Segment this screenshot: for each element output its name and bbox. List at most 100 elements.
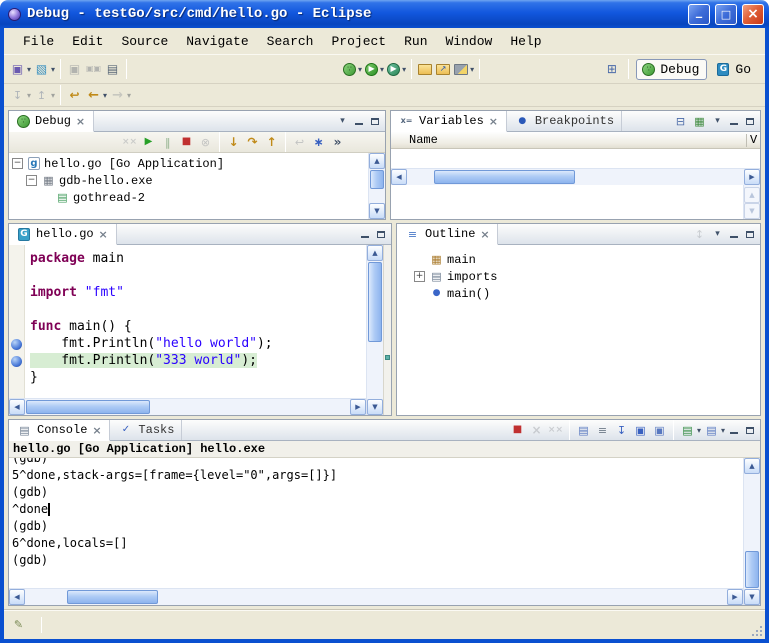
editor-ruler[interactable] [9, 245, 25, 398]
next-annotation-dropdown-icon[interactable]: ▾ [27, 91, 31, 100]
tree-item-main[interactable]: ▦main [411, 251, 760, 268]
scroll-lock-button[interactable]: ≡ [593, 421, 612, 439]
suspend-button[interactable]: ‖ [158, 133, 177, 151]
close-tab-icon[interactable]: × [98, 226, 109, 242]
debug-button[interactable]: ∵▾ [341, 61, 363, 78]
titlebar[interactable]: Debug - testGo/src/cmd/hello.go - Eclips… [0, 0, 769, 28]
variables-detail-pane[interactable]: ▲ ▼ [391, 185, 760, 219]
scrollbar-track[interactable] [369, 169, 385, 203]
view-menu-icon[interactable]: ▾ [709, 226, 726, 242]
scrollbar-track[interactable] [25, 399, 350, 415]
scrollbar-track[interactable] [25, 589, 727, 605]
tab-breakpoints[interactable]: ● Breakpoints [507, 111, 622, 131]
maximize-view-icon[interactable] [367, 114, 383, 129]
tree-item-hello-go-go-application[interactable]: −ghello.go [Go Application] [9, 155, 368, 172]
search-dropdown-icon[interactable]: ▾ [470, 65, 474, 74]
code-line[interactable]: fmt.Println("hello world"); [25, 336, 366, 353]
minus-handle-icon[interactable]: − [26, 175, 37, 186]
tree-item-imports[interactable]: +▤imports [411, 268, 760, 285]
minimize-view-icon[interactable] [726, 227, 742, 242]
resume-button[interactable]: ▶ [139, 133, 158, 151]
console-output[interactable]: (gdb)5^done,stack-args=[frame={level="0"… [9, 458, 743, 588]
scroll-left-icon[interactable]: ◀ [9, 589, 25, 605]
window-maximize-button[interactable]: □ [715, 4, 737, 25]
prev-annotation-button[interactable]: ↥▾ [32, 86, 56, 104]
view-menu-icon[interactable]: ▾ [334, 113, 351, 129]
code-editor[interactable]: package mainimport "fmt"func main() { fm… [25, 245, 366, 398]
tab-console[interactable]: ▤ Console × [9, 420, 110, 441]
last-edit-button[interactable]: ↩ [65, 86, 84, 104]
new-wizard-button[interactable]: ▣▾ [8, 60, 32, 78]
debug-dropdown-icon[interactable]: ▾ [358, 65, 362, 74]
scroll-up-icon[interactable]: ▲ [744, 458, 760, 474]
vertical-scrollbar[interactable]: ▲ ▼ [366, 245, 383, 415]
remove-launch-button[interactable]: × [527, 421, 546, 439]
terminate-button[interactable]: ■ [177, 133, 196, 151]
name-column-header[interactable]: Name [391, 133, 746, 147]
layout-button[interactable]: ▦ [690, 112, 709, 130]
tree-item-main[interactable]: ●main() [411, 285, 760, 302]
scrollbar-thumb[interactable] [434, 170, 576, 184]
terminate-console-button[interactable]: ■ [508, 421, 527, 439]
vertical-scrollbar[interactable]: ▲ ▼ [368, 153, 385, 219]
menu-window[interactable]: Window [437, 32, 502, 51]
open-folder-button[interactable] [416, 61, 434, 78]
window-close-button[interactable]: × [742, 4, 764, 25]
scrollbar-track[interactable] [367, 261, 383, 399]
collapse-all-button[interactable]: ⊟ [671, 112, 690, 130]
display-console-dropdown-icon[interactable]: ▾ [721, 426, 725, 435]
maximize-view-icon[interactable] [742, 227, 758, 242]
step-return-button[interactable]: ↑ [262, 133, 281, 151]
scrollbar-thumb[interactable] [368, 262, 382, 342]
new-wizard-dropdown-icon[interactable]: ▾ [27, 65, 31, 74]
sort-button[interactable]: ↕ [690, 225, 709, 243]
display-console-button[interactable]: ▤▾ [702, 421, 726, 439]
step-filters-button[interactable]: ∗ [309, 133, 328, 151]
maximize-view-icon[interactable] [742, 114, 758, 129]
horizontal-scrollbar[interactable]: ◀ ▶ [391, 168, 760, 185]
scroll-right-icon[interactable]: ▶ [744, 169, 760, 185]
variables-column-header[interactable]: Name V [391, 132, 760, 149]
tree-item-gdb-hello-exe[interactable]: −▦gdb-hello.exe [9, 172, 368, 189]
maximize-view-icon[interactable] [742, 423, 758, 438]
maximize-view-icon[interactable] [373, 227, 389, 242]
scroll-left-icon[interactable]: ◀ [9, 399, 25, 415]
debug-perspective-button[interactable]: ∵ Debug [636, 59, 707, 80]
next-annotation-button[interactable]: ↧▾ [8, 86, 32, 104]
breakpoint-icon[interactable] [11, 339, 22, 350]
back-dropdown-icon[interactable]: ▾ [103, 91, 107, 100]
back-button[interactable]: ←▾ [84, 86, 108, 104]
menu-project[interactable]: Project [322, 32, 395, 51]
menu-source[interactable]: Source [112, 32, 177, 51]
tab-variables[interactable]: x= Variables × [391, 111, 507, 132]
show-stderr-button[interactable]: ▣ [650, 421, 669, 439]
scrollbar-thumb[interactable] [745, 551, 759, 588]
scroll-up-icon[interactable]: ▲ [367, 245, 383, 261]
scrollbar-thumb[interactable] [26, 400, 150, 414]
disconnect-button[interactable]: ⊗ [196, 133, 215, 151]
open-console-dropdown-icon[interactable]: ▾ [697, 426, 701, 435]
forward-dropdown-icon[interactable]: ▾ [127, 91, 131, 100]
menu-run[interactable]: Run [395, 32, 436, 51]
value-column-header[interactable]: V [747, 133, 760, 147]
variables-tree[interactable] [391, 149, 760, 168]
open-resource-button[interactable]: ↗ [434, 61, 452, 78]
new-go-dropdown-icon[interactable]: ▾ [51, 65, 55, 74]
code-line[interactable]: fmt.Println("333 world"); [25, 353, 366, 370]
prev-annotation-dropdown-icon[interactable]: ▾ [51, 91, 55, 100]
scroll-down-icon[interactable]: ▼ [367, 399, 383, 415]
minimize-view-icon[interactable] [726, 423, 742, 438]
remove-all-button[interactable]: ×× [546, 421, 565, 439]
plus-handle-icon[interactable]: + [414, 271, 425, 282]
code-line[interactable]: } [25, 370, 366, 387]
menu-help[interactable]: Help [501, 32, 550, 51]
menu-search[interactable]: Search [258, 32, 323, 51]
close-tab-icon[interactable]: × [479, 226, 490, 242]
drop-frame-button[interactable]: ↩ [290, 133, 309, 151]
minimize-view-icon[interactable] [726, 114, 742, 129]
close-tab-icon[interactable]: × [75, 113, 86, 129]
tree-item-gothread-2[interactable]: ▤gothread-2 [9, 189, 368, 206]
horizontal-scrollbar[interactable]: ◀ ▶ [9, 398, 366, 415]
run-button[interactable]: ▶▾ [363, 61, 385, 78]
horizontal-scrollbar[interactable]: ◀ ▶ [9, 588, 743, 605]
